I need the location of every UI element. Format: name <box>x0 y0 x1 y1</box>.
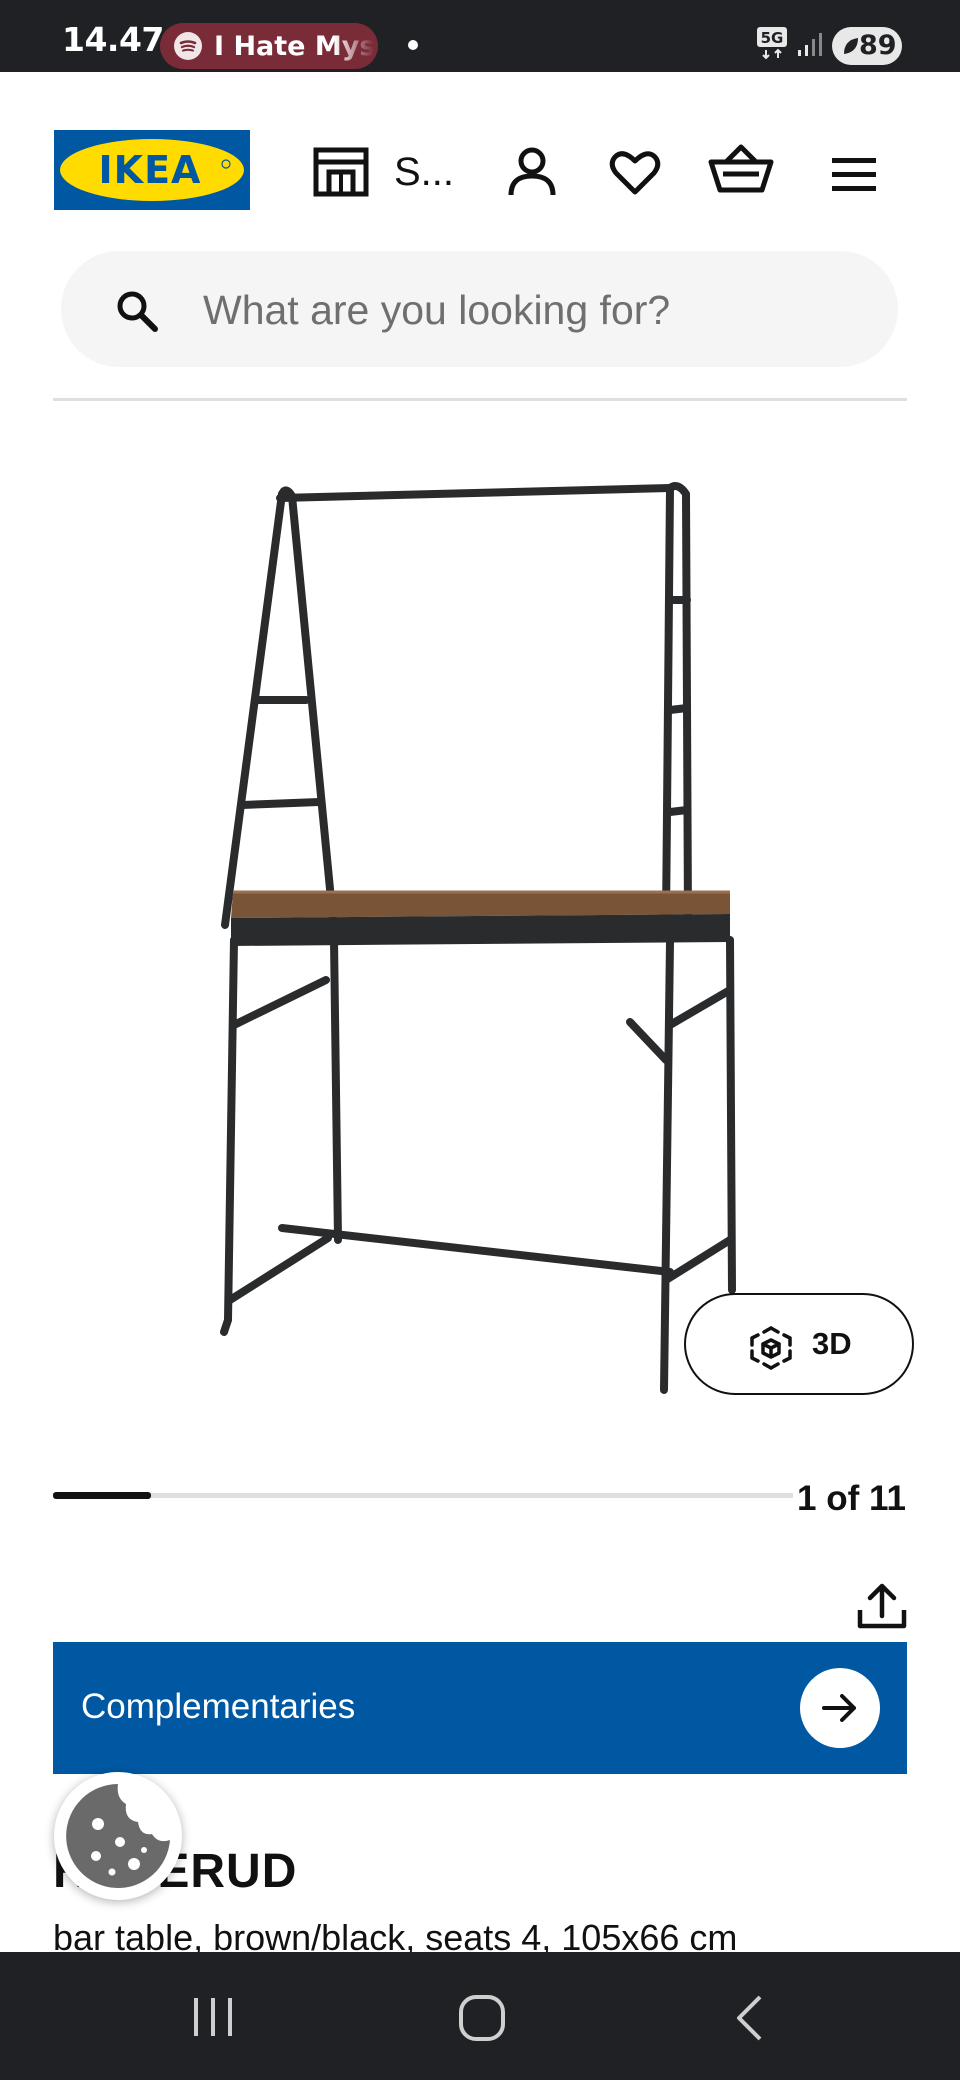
product-image[interactable] <box>200 460 760 1410</box>
store-button[interactable]: S... <box>312 142 454 200</box>
cookie-settings-button[interactable] <box>54 1772 182 1900</box>
cookie-icon <box>66 1784 170 1888</box>
account-icon[interactable] <box>506 146 558 198</box>
search-bar[interactable] <box>61 251 898 367</box>
status-time: 14.47 <box>62 20 164 59</box>
complementaries-label: Complementaries <box>81 1687 356 1726</box>
media-pill[interactable]: I Hate Myself <box>160 23 378 69</box>
heart-icon[interactable] <box>609 148 661 196</box>
media-title: I Hate Myself <box>214 31 374 62</box>
arrow-right-icon[interactable] <box>800 1668 880 1748</box>
recent-apps-button[interactable] <box>190 1996 236 2038</box>
store-icon <box>313 147 369 197</box>
image-progress-track <box>53 1492 793 1499</box>
home-button[interactable] <box>458 1994 506 2042</box>
status-bar: 14.47 I Hate Myself 5G 89 <box>0 0 960 72</box>
search-icon <box>117 291 158 332</box>
store-label: S... <box>394 150 455 194</box>
complementaries-banner[interactable]: Complementaries <box>53 1642 907 1774</box>
header-divider <box>53 398 907 401</box>
battery-saver-icon <box>844 38 858 54</box>
network-type-label: 5G <box>761 29 784 47</box>
system-nav-bar <box>0 1952 960 2080</box>
image-counter: 1 of 11 <box>797 1479 906 1518</box>
site-header: IKEA S... <box>0 72 960 242</box>
battery-level: 89 <box>859 30 897 61</box>
back-button[interactable] <box>734 1994 764 2042</box>
share-icon[interactable] <box>856 1582 908 1630</box>
basket-icon[interactable] <box>708 142 774 196</box>
ikea-logo[interactable]: IKEA <box>54 130 250 210</box>
search-input[interactable] <box>201 277 845 343</box>
cube-3d-icon <box>750 1326 792 1370</box>
view-3d-button[interactable]: 3D <box>684 1293 914 1395</box>
image-progress-fill <box>53 1492 151 1499</box>
menu-icon[interactable] <box>830 154 878 194</box>
signal-icon <box>798 33 822 56</box>
network-5g-icon: 5G <box>757 27 787 60</box>
view-3d-label: 3D <box>812 1326 852 1361</box>
battery-icon: 89 <box>832 27 902 65</box>
spotify-icon <box>174 32 202 60</box>
notification-dot <box>408 40 418 50</box>
logo-text: IKEA <box>99 148 202 192</box>
